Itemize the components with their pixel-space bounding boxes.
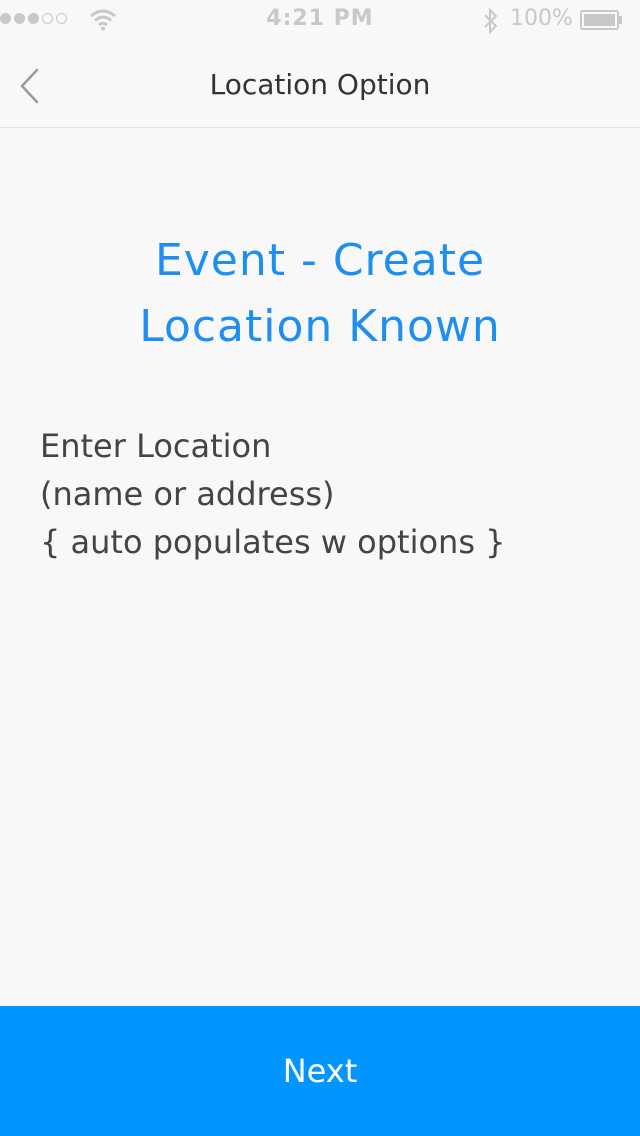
- navigation-bar: Location Option: [0, 40, 640, 128]
- location-input-label: Enter Location: [40, 427, 272, 465]
- next-button[interactable]: Next: [0, 1006, 640, 1136]
- heading-line: Location Known: [139, 301, 501, 352]
- page-title: Location Option: [209, 68, 431, 101]
- heading-line: Event - Create: [154, 235, 486, 286]
- battery-icon: [580, 10, 622, 30]
- location-input[interactable]: Enter Location (name or address) { auto …: [40, 422, 600, 566]
- location-input-note: { auto populates w options }: [40, 523, 506, 561]
- location-input-hint: (name or address): [40, 475, 335, 513]
- status-bar: 4:21 PM 100%: [0, 0, 640, 40]
- screen-heading: Event - Create Location Known: [0, 228, 640, 360]
- battery-percent: 100%: [510, 6, 573, 31]
- bluetooth-icon: [484, 8, 498, 34]
